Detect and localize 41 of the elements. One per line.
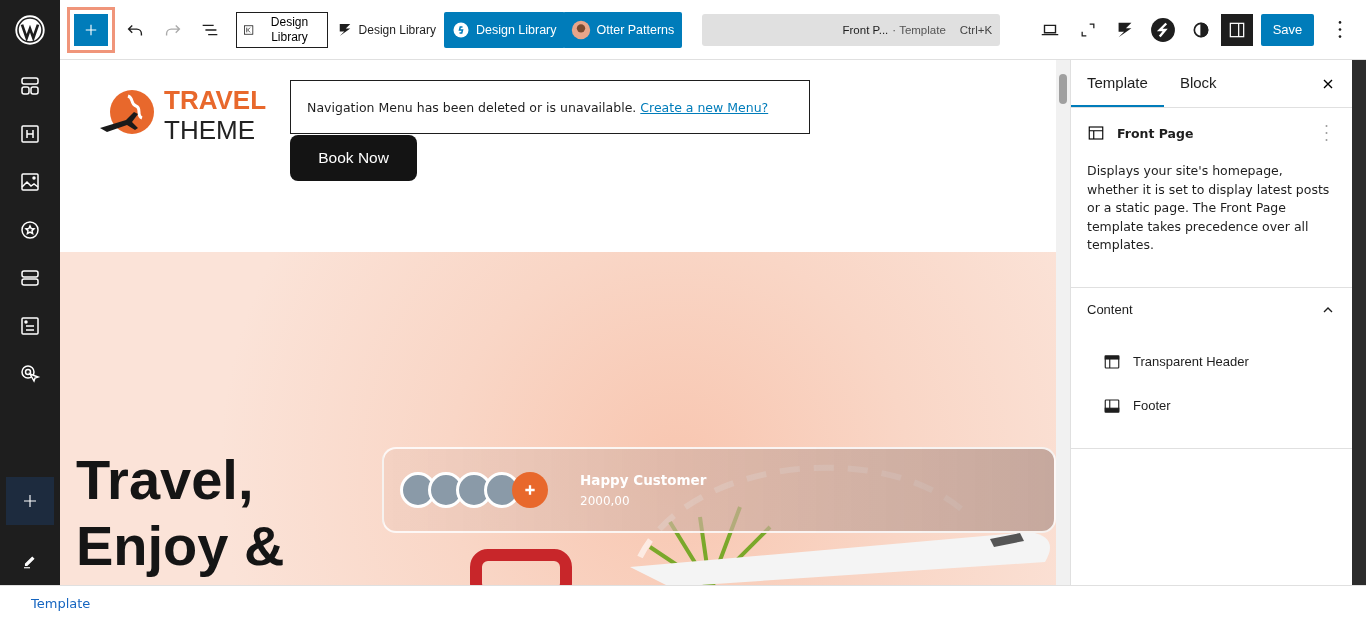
content-section-toggle[interactable]: Content [1087,301,1336,318]
wordpress-logo-icon [14,14,46,46]
avatar-icon [570,19,591,40]
design-library-button[interactable]: Design Library [443,11,565,48]
hero-heading: Travel, Enjoy & [76,447,286,579]
template-part-item[interactable]: Footer [1087,383,1187,428]
plus-icon [21,492,39,510]
window-scrollbar[interactable] [1352,60,1366,585]
design-library-button[interactable]: Design Library [236,11,328,48]
design-library-button[interactable]: Design Library [329,11,442,48]
scrollbar-thumb[interactable] [1059,74,1067,104]
more-vertical-icon[interactable] [1325,125,1328,141]
star-badge-icon [18,218,42,242]
footer-layout-icon [1103,396,1121,415]
create-menu-link[interactable]: Create a new Menu? [640,99,769,115]
book-now-button[interactable]: Book Now [290,135,418,181]
patterns-icon [18,74,42,98]
logo-subtitle: THEME [164,117,256,143]
header-layout-icon [1103,352,1121,371]
panel-tab[interactable]: Block [1163,60,1233,107]
panel-tab[interactable]: Template [1071,60,1164,107]
notice-text: Navigation Menu has been deleted or is unavailable. [307,99,637,115]
heading-block-icon [18,122,42,146]
template-part-item[interactable]: Transparent Header [1087,339,1265,384]
more-vertical-icon [1338,21,1343,38]
customer-title: Happy Customer [580,472,707,488]
add-block-button[interactable] [74,13,108,46]
otter-patterns-button[interactable]: Otter Patterns [562,11,683,48]
template-name: Front Page [1117,125,1194,141]
logo-title: TRAVEL [164,87,267,113]
library-icon [243,22,255,37]
plus-icon [523,483,537,497]
image-icon [18,170,42,194]
breadcrumb-link[interactable]: Template [31,595,91,611]
save-button[interactable]: Save [1260,13,1315,46]
template-description: Displays your site's homepage, whether it is set to display latest posts or a static page. The Front Page template takes precedence over all templates. [1087,162,1331,254]
command-palette-button[interactable]: Front P... · Template Ctrl+K [702,13,1001,46]
card-layout-icon [18,314,42,338]
template-layout-icon [1087,124,1105,142]
customer-count: 2000,00 [580,494,631,508]
settings-toggle-button[interactable] [1220,13,1253,46]
